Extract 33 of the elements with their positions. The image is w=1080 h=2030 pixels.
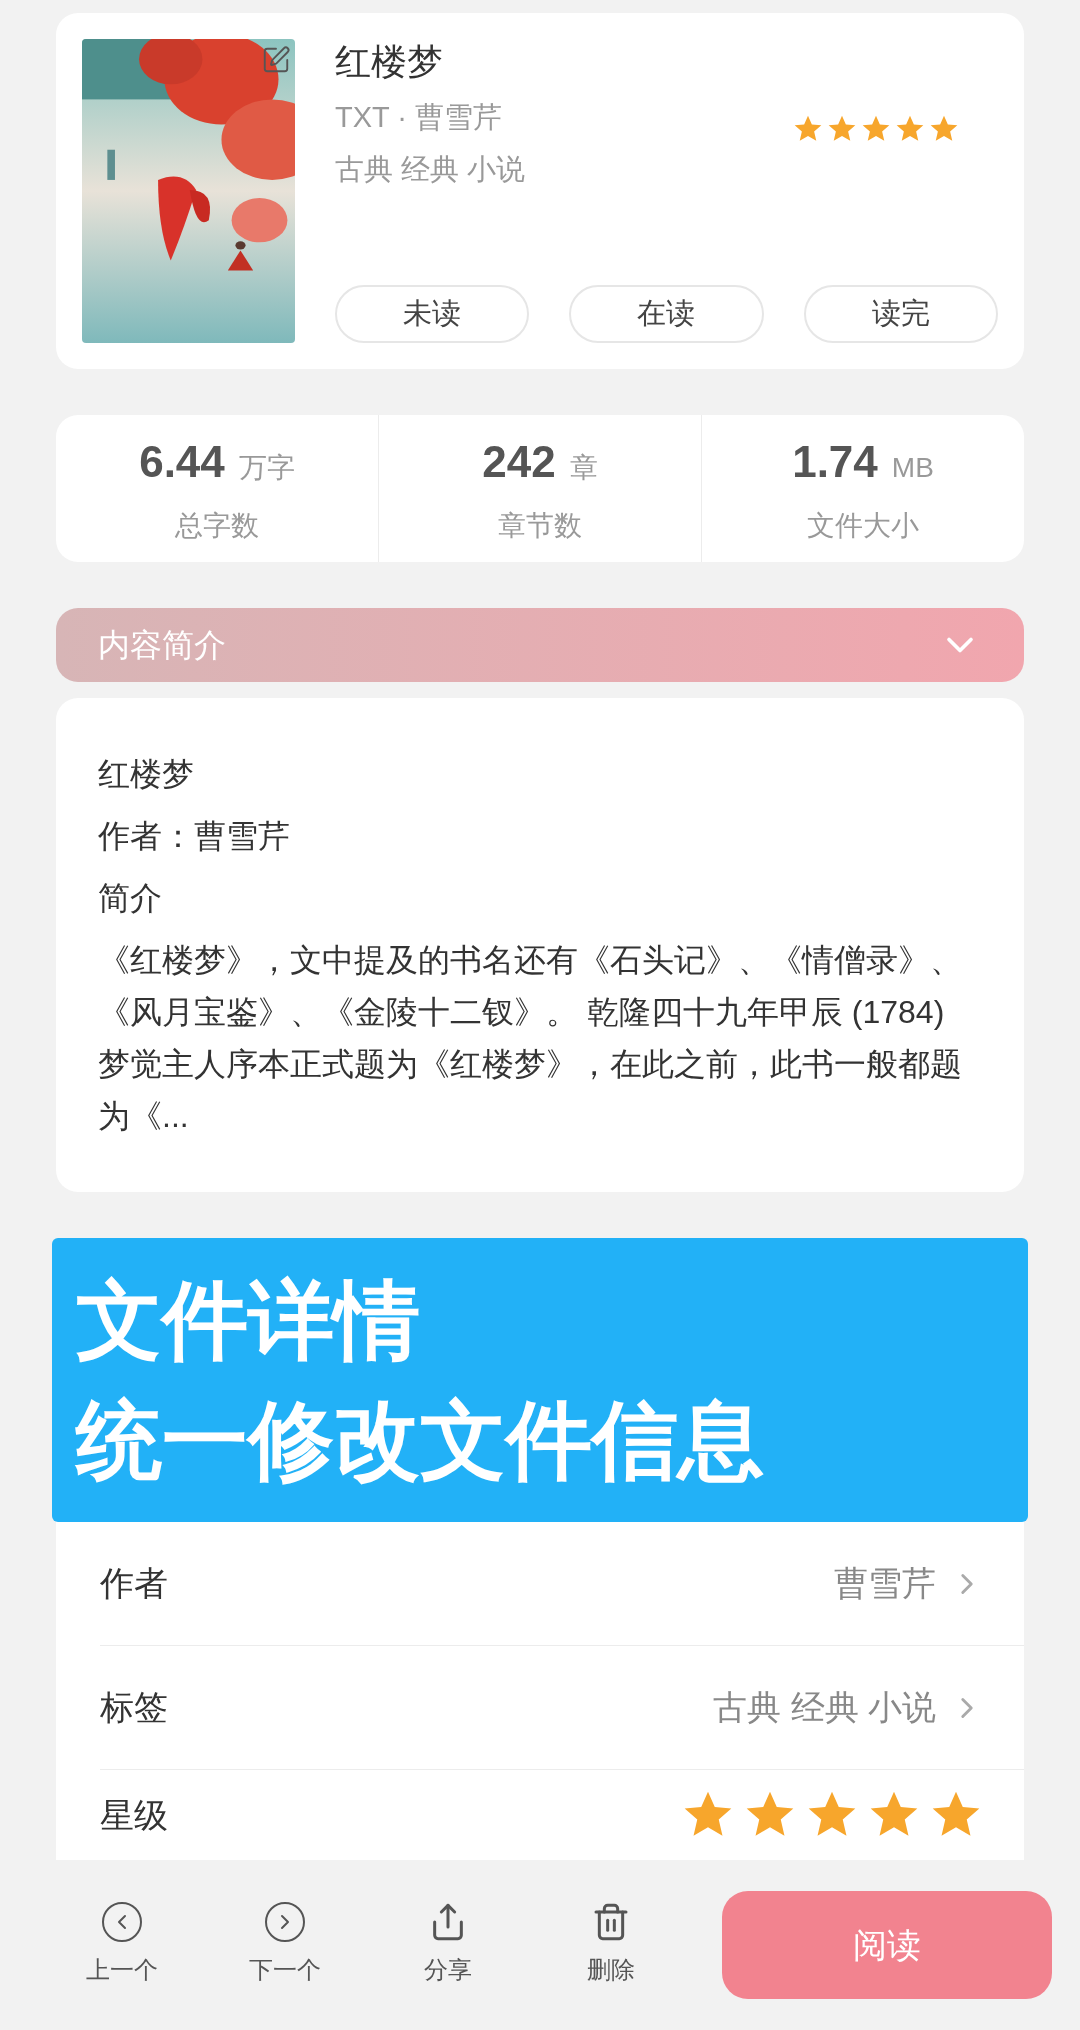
banner-text: 文件详情 xyxy=(76,1271,421,1370)
book-meta: TXT · 曹雪芹 xyxy=(335,100,504,135)
stat-unit: 万字 xyxy=(238,451,295,486)
summary-line: 简介 xyxy=(98,879,163,918)
detail-label: 作者 xyxy=(100,1563,168,1604)
toolbar-button[interactable]: 下一个 xyxy=(224,1902,345,1988)
summary-text: 《红楼梦》，文中提及的书名还有《石头记》、《情僧录》、《风月宝鉴》、《金陵十二钗》。 乾隆四十九年甲辰 (1784) 梦觉主人序本正式题为《红楼梦》，在此之前，此书一般都题为《... xyxy=(98,941,963,1136)
status-button[interactable]: 在读 xyxy=(569,285,764,343)
stat-label: 章节数 xyxy=(498,509,582,544)
edit-icon[interactable] xyxy=(261,45,291,75)
detail-value[interactable]: 古典 经典 小说 xyxy=(713,1682,936,1733)
detail-label: 标签 xyxy=(100,1687,168,1728)
toolbar-button[interactable]: 上一个 xyxy=(61,1902,182,1988)
stat-label: 文件大小 xyxy=(807,509,919,544)
detail-label: 星级 xyxy=(100,1794,168,1836)
detail-value[interactable]: 曹雪芹 xyxy=(834,1558,936,1609)
book-tags: 古典 经典 小说 xyxy=(335,149,526,189)
stat-value: 1.74 xyxy=(792,436,878,489)
toolbar-button[interactable]: 分享 xyxy=(387,1902,508,1988)
stat-value: 242 xyxy=(482,436,556,489)
next-icon xyxy=(264,1902,305,1942)
status-button[interactable]: 未读 xyxy=(335,285,530,343)
stat-unit: MB xyxy=(891,451,934,486)
previous-icon xyxy=(101,1902,142,1942)
book-title: 红楼梦 xyxy=(335,40,444,84)
stat-value: 6.44 xyxy=(139,436,225,489)
summary-line: 红楼梦 xyxy=(98,755,195,794)
toolbar-button[interactable]: 删除 xyxy=(550,1902,671,1988)
stat-unit: 章 xyxy=(569,451,598,486)
banner-text: 统一修改文件信息 xyxy=(76,1391,765,1490)
stat-label: 总字数 xyxy=(175,509,259,544)
status-button[interactable]: 读完 xyxy=(803,285,998,343)
summary-line: 作者：曹雪芹 xyxy=(98,817,291,856)
